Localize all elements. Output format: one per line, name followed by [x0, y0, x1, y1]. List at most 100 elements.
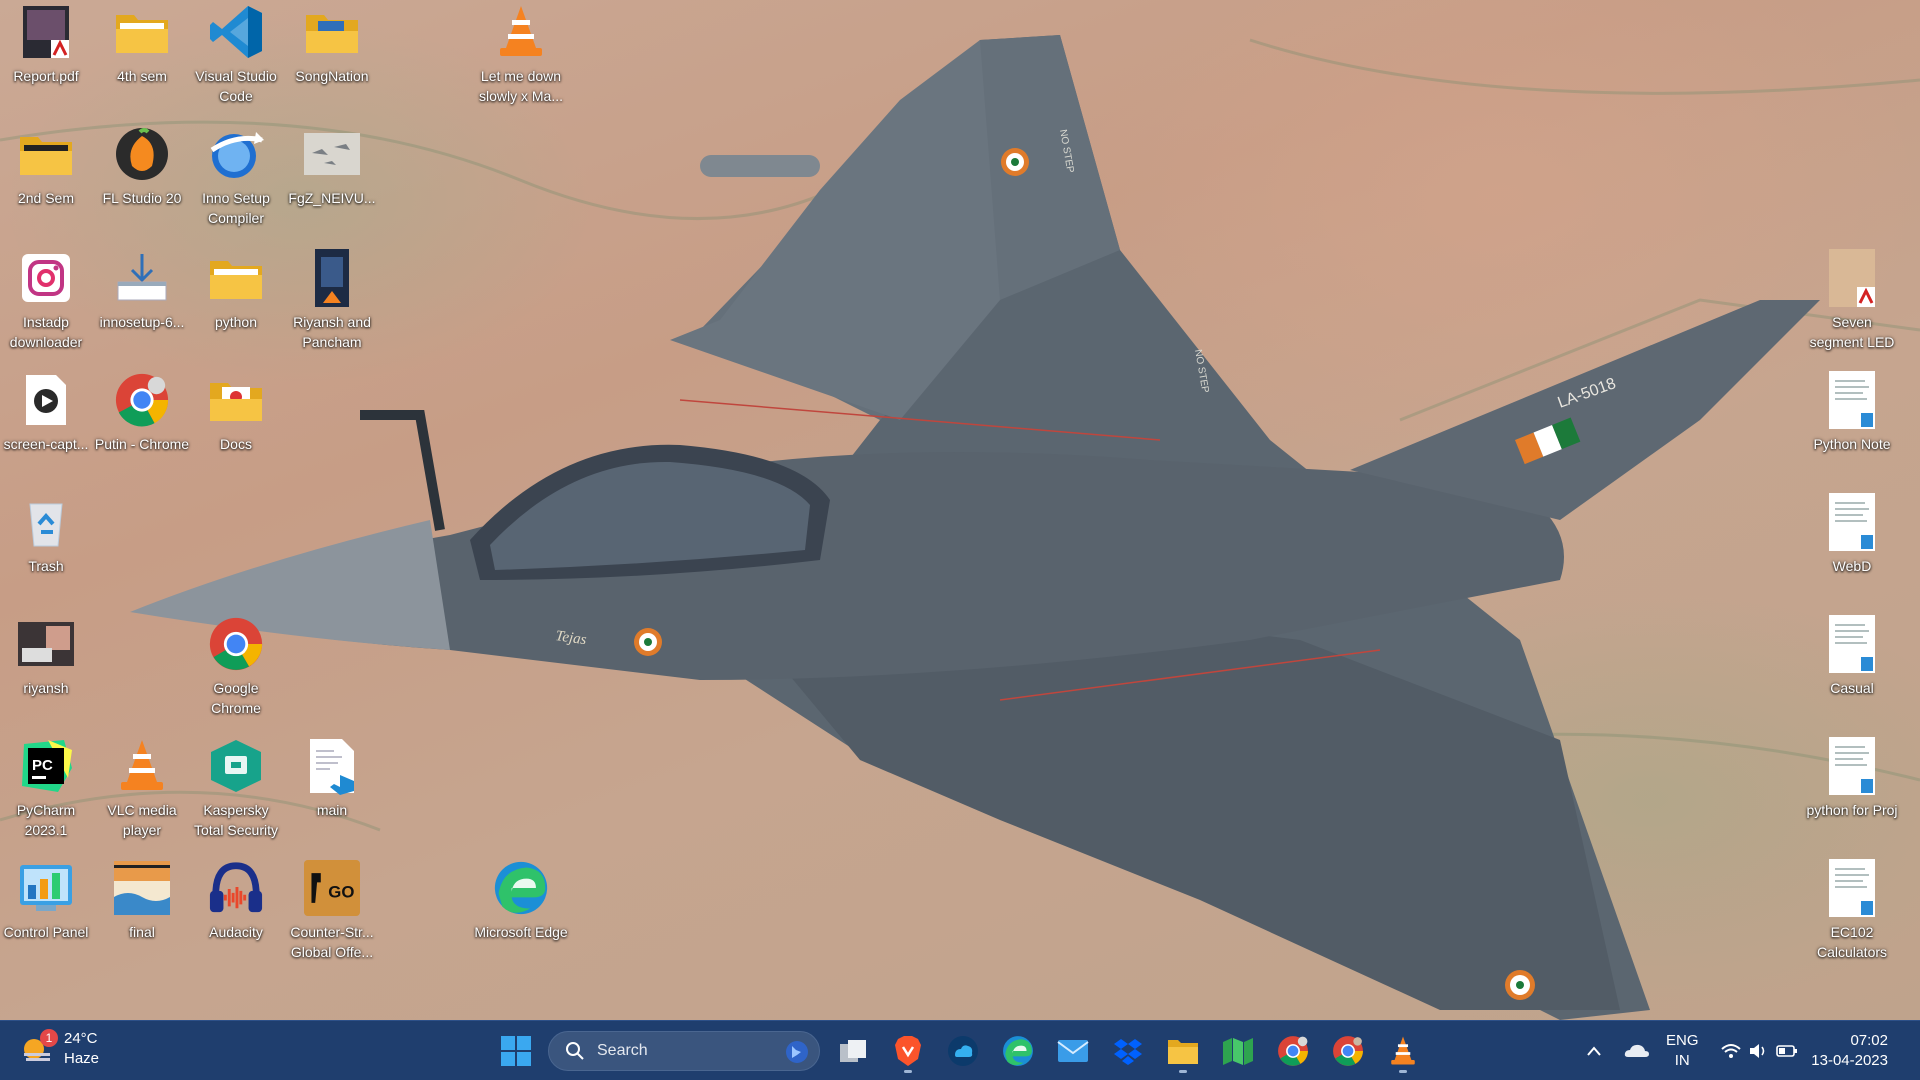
notification-badge: 1 [40, 1029, 58, 1047]
desktop-icon-label: Report.pdf [13, 68, 79, 84]
folder-icon [1168, 1040, 1198, 1064]
edge-icon [1003, 1036, 1033, 1066]
taskbar-brave[interactable] [890, 1033, 926, 1069]
desktop-icon-label: Let me down slowly x Ma... [478, 68, 563, 104]
desktop-icon-main[interactable]: main [286, 738, 378, 820]
taskbar-edge[interactable] [1000, 1033, 1036, 1069]
start-button[interactable] [500, 1035, 532, 1067]
folder-icon [18, 126, 74, 182]
weather-haze-icon: 1 [20, 1029, 58, 1067]
chrome-profile-icon [1278, 1036, 1308, 1066]
desktop-icon-python-for-proj[interactable]: python for Proj [1806, 737, 1898, 820]
desktop-icon-label: Docs [220, 436, 252, 452]
desktop-icon-vlc[interactable]: VLC media player [96, 738, 188, 840]
taskbar-task-view[interactable] [835, 1033, 871, 1069]
folder-icon [208, 250, 264, 306]
desktop-icon-pycharm[interactable]: PC PyCharm 2023.1 [0, 738, 92, 840]
desktop-icon-label: screen-capt... [3, 436, 89, 452]
app-running-indicator [1179, 1070, 1187, 1073]
network-volume-battery[interactable] [1720, 1021, 1798, 1080]
mail-icon [1057, 1040, 1089, 1062]
desktop-icon-songnation[interactable]: SongNation [286, 4, 378, 86]
desktop-icon-2nd-sem[interactable]: 2nd Sem [0, 126, 92, 208]
folder-icon [304, 4, 360, 60]
app-running-indicator [1399, 1070, 1407, 1073]
vlc-cone-icon [493, 4, 549, 60]
document-file-icon [1824, 371, 1880, 429]
desktop-icon-final[interactable]: final [96, 860, 188, 942]
svg-text:GO: GO [328, 882, 354, 901]
taskbar-chrome[interactable] [1330, 1033, 1366, 1069]
clock-date: 13-04-2023 [1811, 1052, 1888, 1069]
desktop-icon-audacity[interactable]: Audacity [190, 860, 282, 942]
tray-onedrive[interactable] [1624, 1021, 1650, 1080]
desktop-icon-innosetup-installer[interactable]: innosetup-6... [96, 250, 188, 332]
desktop-icon-label: Inno Setup Compiler [202, 190, 270, 226]
desktop-icon-fgz[interactable]: FgZ_NEIVU... [286, 126, 378, 208]
image-thumbnail-icon [304, 126, 360, 182]
desktop-icon-riyansh-pancham[interactable]: Riyansh and Pancham [286, 249, 378, 352]
desktop-icon-edge[interactable]: Microsoft Edge [474, 860, 568, 942]
desktop-icon-label: VLC media player [107, 802, 177, 838]
desktop-icon-kaspersky[interactable]: Kaspersky Total Security [190, 738, 282, 840]
taskbar-file-explorer[interactable] [1165, 1033, 1201, 1069]
audacity-headphones-icon [208, 860, 264, 916]
taskbar: 1 24°C Haze Search ENG IN 07:02 13-04-20… [0, 1020, 1920, 1080]
desktop-icon-webd[interactable]: WebD [1806, 493, 1898, 576]
pdf-file-icon [1824, 249, 1880, 307]
inno-setup-icon [208, 126, 264, 182]
desktop-icon-vlc-song[interactable]: Let me down slowly x Ma... [475, 4, 567, 106]
video-thumbnail-icon [304, 249, 360, 307]
clock[interactable]: 07:02 13-04-2023 [1811, 1031, 1888, 1071]
desktop-icon-report-pdf[interactable]: Report.pdf [0, 4, 92, 86]
desktop-icon-riyansh[interactable]: riyansh [0, 616, 92, 698]
desktop-icon-4th-sem[interactable]: 4th sem [96, 4, 188, 86]
recycle-bin-icon [18, 494, 74, 550]
app-running-indicator [904, 1070, 912, 1073]
desktop-icon-inno-setup-compiler[interactable]: Inno Setup Compiler [190, 126, 282, 228]
taskbar-vlc[interactable] [1385, 1033, 1421, 1069]
desktop-icon-screen-capture[interactable]: screen-capt... [0, 372, 92, 454]
desktop-icon-csgo[interactable]: GO Counter-Str... Global Offe... [286, 860, 378, 962]
desktop-icon-ec102[interactable]: EC102 Calculators [1806, 859, 1898, 962]
cloud-app-icon [948, 1036, 978, 1066]
instagram-icon [18, 250, 74, 306]
taskbar-mail[interactable] [1055, 1033, 1091, 1069]
desktop-icon-label: 4th sem [117, 68, 167, 84]
taskbar-chrome-profile[interactable] [1275, 1033, 1311, 1069]
language-indicator[interactable]: ENG IN [1666, 1021, 1699, 1080]
taskbar-onedrive-app[interactable] [945, 1033, 981, 1069]
desktop-icon-google-chrome[interactable]: Google Chrome [190, 616, 282, 718]
desktop-icon-label: SongNation [295, 68, 369, 84]
desktop-icon-docs[interactable]: Docs [190, 372, 282, 454]
taskbar-dropbox[interactable] [1110, 1033, 1146, 1069]
taskbar-search[interactable]: Search [548, 1031, 820, 1071]
desktop-icon-label: FgZ_NEIVU... [288, 190, 376, 206]
desktop-icon-label: python [214, 314, 258, 330]
desktop-icon-control-panel[interactable]: Control Panel [0, 860, 92, 942]
desktop-icon-instadp[interactable]: Instadp downloader [0, 250, 92, 352]
desktop-icon-trash[interactable]: Trash [0, 494, 92, 576]
language-code: ENG [1666, 1032, 1699, 1049]
desktop-icon-fl-studio[interactable]: FL Studio 20 [96, 126, 188, 208]
keyboard-region: IN [1674, 1052, 1690, 1069]
taskbar-maps-app[interactable] [1220, 1033, 1256, 1069]
desktop-icon-label: Audacity [209, 924, 263, 940]
chrome-profile-icon [114, 372, 170, 428]
desktop-icon-label: EC102 Calculators [1816, 924, 1888, 960]
battery-icon [1776, 1045, 1797, 1057]
desktop-icon-label: Trash [28, 558, 64, 574]
document-file-icon [1824, 859, 1880, 917]
desktop-icon-label: Microsoft Edge [474, 924, 568, 940]
desktop-icon-casual[interactable]: Casual [1806, 615, 1898, 698]
desktop-icon-python-folder[interactable]: python [190, 250, 282, 332]
weather-widget[interactable]: 1 24°C Haze [20, 1029, 99, 1069]
desktop-icon-seven-segment[interactable]: Seven segment LED [1806, 249, 1898, 352]
desktop-icon-python-note[interactable]: Python Note [1806, 371, 1898, 454]
desktop-icon-putin-chrome[interactable]: Putin - Chrome [95, 372, 189, 454]
show-hidden-icons[interactable] [1586, 1021, 1602, 1080]
desktop-icon-label: main [316, 802, 348, 818]
desktop-icon-vscode[interactable]: Visual Studio Code [190, 4, 282, 106]
desktop-icon-label: Control Panel [3, 924, 89, 940]
desktop-icon-label: 2nd Sem [17, 190, 75, 206]
